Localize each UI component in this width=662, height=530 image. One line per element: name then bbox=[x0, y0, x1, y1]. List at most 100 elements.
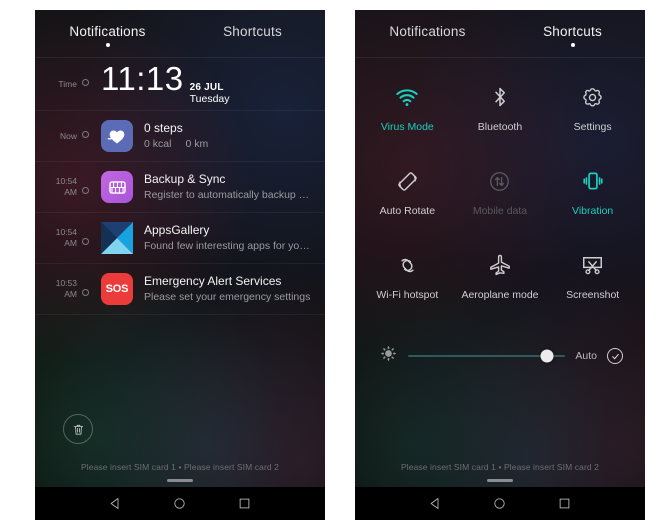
row-marker-icon bbox=[82, 78, 89, 86]
notification-stamp: 10:53 AM bbox=[35, 278, 95, 300]
brightness-slider-knob[interactable] bbox=[540, 349, 553, 363]
clock-widget[interactable]: 11:13 26 JUL Tuesday bbox=[95, 61, 230, 107]
notification-row[interactable]: 10:54 AM AppsGallery Found few interestin… bbox=[35, 213, 325, 264]
hotspot-icon bbox=[395, 248, 420, 282]
notification-subtitle: 0 kcal 0 km bbox=[144, 137, 313, 151]
screenshot-root: Notifications Shortcuts Time 11:13 26 JU… bbox=[0, 0, 662, 530]
shortcut-bluetooth[interactable]: Bluetooth bbox=[454, 80, 547, 150]
auto-brightness-checkbox[interactable] bbox=[607, 348, 623, 364]
apps-gallery-icon bbox=[101, 222, 133, 254]
clock-date-block: 26 JUL Tuesday bbox=[190, 82, 230, 107]
shortcut-mobile-data[interactable]: Mobile data bbox=[454, 164, 547, 234]
notification-subtitle: Please set your emergency settings bbox=[144, 291, 311, 303]
clock-stamp-label: Time bbox=[58, 78, 77, 89]
home-button[interactable] bbox=[172, 496, 187, 511]
row-marker-icon bbox=[82, 238, 89, 245]
shortcut-wifi-hotspot[interactable]: Wi-Fi hotspot bbox=[361, 248, 454, 318]
shortcuts-panel: Notifications Shortcuts Virus Mode Bluet… bbox=[355, 10, 645, 520]
tab-shortcuts[interactable]: Shortcuts bbox=[500, 24, 645, 47]
shortcuts-grid: Virus Mode Bluetooth Settings Auto Rotat… bbox=[355, 58, 645, 318]
tab-shortcuts[interactable]: Shortcuts bbox=[180, 24, 325, 43]
tab-shortcuts-label: Shortcuts bbox=[543, 24, 602, 39]
navigation-bar-right bbox=[355, 487, 645, 520]
notification-subtitle: Found few interesting apps for you from … bbox=[144, 240, 313, 252]
sos-label: SOS bbox=[105, 283, 129, 295]
tab-notifications[interactable]: Notifications bbox=[355, 24, 500, 43]
shortcut-vibration[interactable]: Vibration bbox=[546, 164, 639, 234]
recents-button[interactable] bbox=[557, 496, 572, 511]
drag-handle-left[interactable] bbox=[167, 479, 193, 482]
recents-square-icon bbox=[559, 498, 570, 509]
tab-notifications-label: Notifications bbox=[69, 24, 146, 39]
shortcut-label: Settings bbox=[573, 121, 612, 133]
shortcut-label: Bluetooth bbox=[477, 121, 523, 133]
shortcut-label: Vibration bbox=[572, 205, 614, 217]
notification-title: Backup & Sync bbox=[144, 172, 226, 186]
mobile-data-icon bbox=[487, 164, 512, 198]
vibration-icon bbox=[580, 164, 606, 198]
shortcuts-body: Virus Mode Bluetooth Settings Auto Rotat… bbox=[355, 58, 645, 520]
backup-sync-icon bbox=[101, 171, 133, 203]
notification-stamp: 10:54 AM bbox=[35, 176, 95, 198]
shortcut-screenshot[interactable]: Screenshot bbox=[546, 248, 639, 318]
shortcut-label: Auto Rotate bbox=[379, 205, 436, 217]
sim-status-right: Please insert SIM card 1 • Please insert… bbox=[401, 462, 599, 472]
notification-stamp-label: 10:53 AM bbox=[55, 278, 77, 299]
shortcut-label: Screenshot bbox=[566, 289, 620, 301]
row-marker-icon bbox=[82, 187, 89, 194]
brightness-slider[interactable] bbox=[408, 349, 566, 363]
tab-notifications-label: Notifications bbox=[389, 24, 466, 39]
notifications-panel: Notifications Shortcuts Time 11:13 26 JU… bbox=[35, 10, 325, 520]
shortcut-settings[interactable]: Settings bbox=[546, 80, 639, 150]
shortcut-label: Virus Mode bbox=[380, 121, 434, 133]
tab-notifications[interactable]: Notifications bbox=[35, 24, 180, 47]
recents-button[interactable] bbox=[237, 496, 252, 511]
tab-active-dot bbox=[105, 43, 110, 47]
drag-handle-right[interactable] bbox=[487, 479, 513, 482]
notification-stamp-label: 10:54 AM bbox=[55, 227, 77, 248]
notification-stamp-label: Now bbox=[59, 130, 77, 141]
shortcut-virus-mode[interactable]: Virus Mode bbox=[361, 80, 454, 150]
notification-row[interactable]: 10:53 AM SOS Emergency Alert Services Ple… bbox=[35, 264, 325, 315]
notification-subtitle-a: 0 kcal bbox=[144, 138, 172, 150]
clear-all-button[interactable] bbox=[63, 414, 93, 444]
aeroplane-icon bbox=[487, 248, 513, 282]
notification-stamp: Now bbox=[35, 130, 95, 142]
notification-row[interactable]: Now 0 steps 0 kcal 0 km bbox=[35, 111, 325, 162]
row-marker-icon bbox=[82, 130, 89, 138]
shortcut-aeroplane-mode[interactable]: Aeroplane mode bbox=[454, 248, 547, 318]
sim-status-left: Please insert SIM card 1 • Please insert… bbox=[81, 462, 279, 472]
shortcut-auto-rotate[interactable]: Auto Rotate bbox=[361, 164, 454, 234]
notification-title: AppsGallery bbox=[144, 223, 210, 237]
gear-icon bbox=[580, 80, 605, 114]
wifi-icon bbox=[394, 80, 420, 114]
notification-stamp: 10:54 AM bbox=[35, 227, 95, 249]
tab-shortcuts-label: Shortcuts bbox=[223, 24, 282, 39]
sos-icon: SOS bbox=[101, 273, 133, 305]
auto-rotate-icon bbox=[395, 164, 420, 198]
recents-square-icon bbox=[239, 498, 250, 509]
back-button[interactable] bbox=[108, 496, 123, 511]
back-triangle-icon bbox=[430, 498, 439, 509]
home-circle-icon bbox=[494, 498, 506, 509]
shortcut-label: Wi-Fi hotspot bbox=[376, 289, 439, 301]
clock-date: 26 JUL bbox=[189, 82, 224, 93]
back-button[interactable] bbox=[428, 496, 443, 511]
brightness-row: Auto bbox=[355, 318, 645, 368]
clock-weekday: Tuesday bbox=[189, 93, 230, 105]
notification-text: Backup & Sync Register to automatically … bbox=[144, 172, 313, 202]
notification-text: Emergency Alert Services Please set your… bbox=[144, 274, 313, 304]
home-circle-icon bbox=[174, 498, 186, 509]
notification-subtitle-b: 0 km bbox=[185, 138, 209, 150]
screenshot-icon bbox=[580, 248, 605, 282]
notification-subtitle: Register to automatically backup and syn… bbox=[144, 189, 313, 201]
shortcut-label: Mobile data bbox=[472, 205, 528, 217]
check-icon bbox=[611, 353, 619, 359]
tab-bar-left: Notifications Shortcuts bbox=[35, 10, 325, 58]
home-button[interactable] bbox=[492, 496, 507, 511]
notifications-body: Time 11:13 26 JUL Tuesday Now 0 steps 0 … bbox=[35, 58, 325, 520]
navigation-bar-left bbox=[35, 487, 325, 520]
notification-row[interactable]: 10:54 AM Backup & Sync Register to automa… bbox=[35, 162, 325, 213]
clock-stamp: Time bbox=[35, 78, 95, 90]
auto-brightness-label: Auto bbox=[575, 350, 597, 362]
